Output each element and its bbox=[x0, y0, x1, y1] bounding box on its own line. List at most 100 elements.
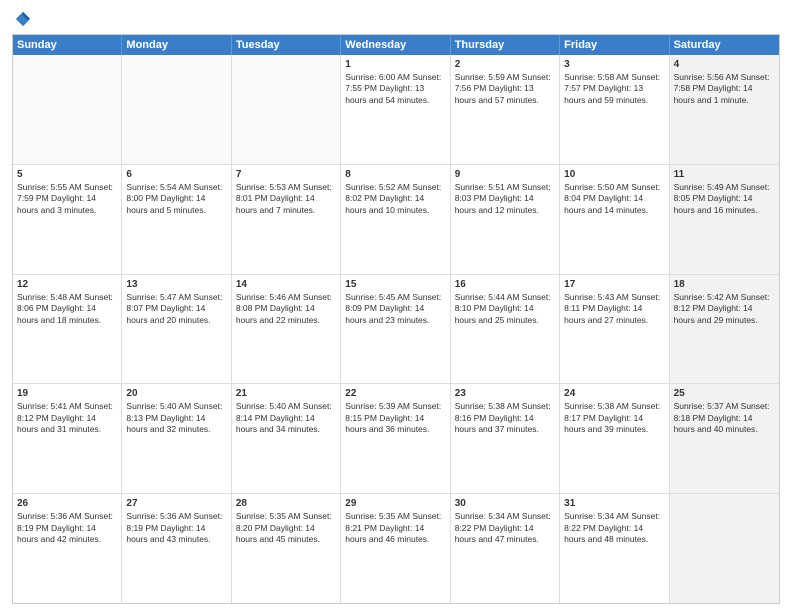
cell-info: Sunrise: 5:53 AM Sunset: 8:01 PM Dayligh… bbox=[236, 182, 336, 216]
calendar-cell-day-14: 14Sunrise: 5:46 AM Sunset: 8:08 PM Dayli… bbox=[232, 275, 341, 384]
header bbox=[12, 10, 780, 28]
day-number: 6 bbox=[126, 168, 226, 181]
calendar-cell-day-9: 9Sunrise: 5:51 AM Sunset: 8:03 PM Daylig… bbox=[451, 165, 560, 274]
calendar-cell-day-1: 1Sunrise: 6:00 AM Sunset: 7:55 PM Daylig… bbox=[341, 55, 450, 164]
cell-info: Sunrise: 5:41 AM Sunset: 8:12 PM Dayligh… bbox=[17, 401, 117, 435]
day-number: 5 bbox=[17, 168, 117, 181]
weekday-header-saturday: Saturday bbox=[670, 35, 779, 55]
day-number: 23 bbox=[455, 387, 555, 400]
day-number: 17 bbox=[564, 278, 664, 291]
day-number: 8 bbox=[345, 168, 445, 181]
cell-info: Sunrise: 5:36 AM Sunset: 8:19 PM Dayligh… bbox=[17, 511, 117, 545]
cell-info: Sunrise: 5:43 AM Sunset: 8:11 PM Dayligh… bbox=[564, 292, 664, 326]
calendar-cell-day-15: 15Sunrise: 5:45 AM Sunset: 8:09 PM Dayli… bbox=[341, 275, 450, 384]
day-number: 30 bbox=[455, 497, 555, 510]
calendar-cell-day-17: 17Sunrise: 5:43 AM Sunset: 8:11 PM Dayli… bbox=[560, 275, 669, 384]
day-number: 28 bbox=[236, 497, 336, 510]
day-number: 26 bbox=[17, 497, 117, 510]
weekday-header-tuesday: Tuesday bbox=[232, 35, 341, 55]
calendar-cell-day-12: 12Sunrise: 5:48 AM Sunset: 8:06 PM Dayli… bbox=[13, 275, 122, 384]
calendar-cell-day-18: 18Sunrise: 5:42 AM Sunset: 8:12 PM Dayli… bbox=[670, 275, 779, 384]
calendar-row-3: 19Sunrise: 5:41 AM Sunset: 8:12 PM Dayli… bbox=[13, 384, 779, 494]
cell-info: Sunrise: 5:37 AM Sunset: 8:18 PM Dayligh… bbox=[674, 401, 775, 435]
calendar-row-0: 1Sunrise: 6:00 AM Sunset: 7:55 PM Daylig… bbox=[13, 55, 779, 165]
day-number: 12 bbox=[17, 278, 117, 291]
cell-info: Sunrise: 6:00 AM Sunset: 7:55 PM Dayligh… bbox=[345, 72, 445, 106]
calendar-cell-day-8: 8Sunrise: 5:52 AM Sunset: 8:02 PM Daylig… bbox=[341, 165, 450, 274]
day-number: 13 bbox=[126, 278, 226, 291]
day-number: 7 bbox=[236, 168, 336, 181]
calendar-header-row: SundayMondayTuesdayWednesdayThursdayFrid… bbox=[13, 35, 779, 55]
day-number: 9 bbox=[455, 168, 555, 181]
calendar-cell-day-20: 20Sunrise: 5:40 AM Sunset: 8:13 PM Dayli… bbox=[122, 384, 231, 493]
calendar-cell-day-23: 23Sunrise: 5:38 AM Sunset: 8:16 PM Dayli… bbox=[451, 384, 560, 493]
calendar-cell-day-3: 3Sunrise: 5:58 AM Sunset: 7:57 PM Daylig… bbox=[560, 55, 669, 164]
calendar-cell-day-21: 21Sunrise: 5:40 AM Sunset: 8:14 PM Dayli… bbox=[232, 384, 341, 493]
logo bbox=[12, 10, 32, 28]
calendar-cell-day-29: 29Sunrise: 5:35 AM Sunset: 8:21 PM Dayli… bbox=[341, 494, 450, 603]
day-number: 10 bbox=[564, 168, 664, 181]
day-number: 21 bbox=[236, 387, 336, 400]
calendar-cell-day-5: 5Sunrise: 5:55 AM Sunset: 7:59 PM Daylig… bbox=[13, 165, 122, 274]
cell-info: Sunrise: 5:48 AM Sunset: 8:06 PM Dayligh… bbox=[17, 292, 117, 326]
calendar-cell-day-22: 22Sunrise: 5:39 AM Sunset: 8:15 PM Dayli… bbox=[341, 384, 450, 493]
cell-info: Sunrise: 5:56 AM Sunset: 7:58 PM Dayligh… bbox=[674, 72, 775, 106]
calendar-cell-day-6: 6Sunrise: 5:54 AM Sunset: 8:00 PM Daylig… bbox=[122, 165, 231, 274]
day-number: 19 bbox=[17, 387, 117, 400]
page: SundayMondayTuesdayWednesdayThursdayFrid… bbox=[0, 0, 792, 612]
calendar: SundayMondayTuesdayWednesdayThursdayFrid… bbox=[12, 34, 780, 604]
cell-info: Sunrise: 5:34 AM Sunset: 8:22 PM Dayligh… bbox=[455, 511, 555, 545]
calendar-cell-empty bbox=[13, 55, 122, 164]
cell-info: Sunrise: 5:46 AM Sunset: 8:08 PM Dayligh… bbox=[236, 292, 336, 326]
cell-info: Sunrise: 5:50 AM Sunset: 8:04 PM Dayligh… bbox=[564, 182, 664, 216]
calendar-cell-day-24: 24Sunrise: 5:38 AM Sunset: 8:17 PM Dayli… bbox=[560, 384, 669, 493]
day-number: 31 bbox=[564, 497, 664, 510]
weekday-header-friday: Friday bbox=[560, 35, 669, 55]
cell-info: Sunrise: 5:51 AM Sunset: 8:03 PM Dayligh… bbox=[455, 182, 555, 216]
cell-info: Sunrise: 5:34 AM Sunset: 8:22 PM Dayligh… bbox=[564, 511, 664, 545]
cell-info: Sunrise: 5:45 AM Sunset: 8:09 PM Dayligh… bbox=[345, 292, 445, 326]
cell-info: Sunrise: 5:55 AM Sunset: 7:59 PM Dayligh… bbox=[17, 182, 117, 216]
day-number: 4 bbox=[674, 58, 775, 71]
calendar-cell-day-28: 28Sunrise: 5:35 AM Sunset: 8:20 PM Dayli… bbox=[232, 494, 341, 603]
day-number: 22 bbox=[345, 387, 445, 400]
calendar-cell-day-31: 31Sunrise: 5:34 AM Sunset: 8:22 PM Dayli… bbox=[560, 494, 669, 603]
cell-info: Sunrise: 5:40 AM Sunset: 8:13 PM Dayligh… bbox=[126, 401, 226, 435]
weekday-header-thursday: Thursday bbox=[451, 35, 560, 55]
calendar-cell-day-16: 16Sunrise: 5:44 AM Sunset: 8:10 PM Dayli… bbox=[451, 275, 560, 384]
logo-icon bbox=[14, 10, 32, 28]
weekday-header-wednesday: Wednesday bbox=[341, 35, 450, 55]
day-number: 2 bbox=[455, 58, 555, 71]
day-number: 24 bbox=[564, 387, 664, 400]
calendar-row-2: 12Sunrise: 5:48 AM Sunset: 8:06 PM Dayli… bbox=[13, 275, 779, 385]
calendar-cell-day-30: 30Sunrise: 5:34 AM Sunset: 8:22 PM Dayli… bbox=[451, 494, 560, 603]
day-number: 20 bbox=[126, 387, 226, 400]
calendar-cell-day-7: 7Sunrise: 5:53 AM Sunset: 8:01 PM Daylig… bbox=[232, 165, 341, 274]
day-number: 27 bbox=[126, 497, 226, 510]
cell-info: Sunrise: 5:59 AM Sunset: 7:56 PM Dayligh… bbox=[455, 72, 555, 106]
day-number: 14 bbox=[236, 278, 336, 291]
calendar-body: 1Sunrise: 6:00 AM Sunset: 7:55 PM Daylig… bbox=[13, 55, 779, 603]
calendar-cell-day-26: 26Sunrise: 5:36 AM Sunset: 8:19 PM Dayli… bbox=[13, 494, 122, 603]
weekday-header-sunday: Sunday bbox=[13, 35, 122, 55]
cell-info: Sunrise: 5:49 AM Sunset: 8:05 PM Dayligh… bbox=[674, 182, 775, 216]
day-number: 11 bbox=[674, 168, 775, 181]
calendar-cell-day-25: 25Sunrise: 5:37 AM Sunset: 8:18 PM Dayli… bbox=[670, 384, 779, 493]
calendar-row-1: 5Sunrise: 5:55 AM Sunset: 7:59 PM Daylig… bbox=[13, 165, 779, 275]
day-number: 1 bbox=[345, 58, 445, 71]
weekday-header-monday: Monday bbox=[122, 35, 231, 55]
calendar-cell-day-2: 2Sunrise: 5:59 AM Sunset: 7:56 PM Daylig… bbox=[451, 55, 560, 164]
cell-info: Sunrise: 5:40 AM Sunset: 8:14 PM Dayligh… bbox=[236, 401, 336, 435]
calendar-cell-day-27: 27Sunrise: 5:36 AM Sunset: 8:19 PM Dayli… bbox=[122, 494, 231, 603]
cell-info: Sunrise: 5:35 AM Sunset: 8:20 PM Dayligh… bbox=[236, 511, 336, 545]
cell-info: Sunrise: 5:38 AM Sunset: 8:17 PM Dayligh… bbox=[564, 401, 664, 435]
day-number: 16 bbox=[455, 278, 555, 291]
day-number: 18 bbox=[674, 278, 775, 291]
cell-info: Sunrise: 5:42 AM Sunset: 8:12 PM Dayligh… bbox=[674, 292, 775, 326]
cell-info: Sunrise: 5:47 AM Sunset: 8:07 PM Dayligh… bbox=[126, 292, 226, 326]
calendar-cell-empty bbox=[232, 55, 341, 164]
calendar-cell-empty bbox=[670, 494, 779, 603]
cell-info: Sunrise: 5:36 AM Sunset: 8:19 PM Dayligh… bbox=[126, 511, 226, 545]
day-number: 15 bbox=[345, 278, 445, 291]
day-number: 25 bbox=[674, 387, 775, 400]
